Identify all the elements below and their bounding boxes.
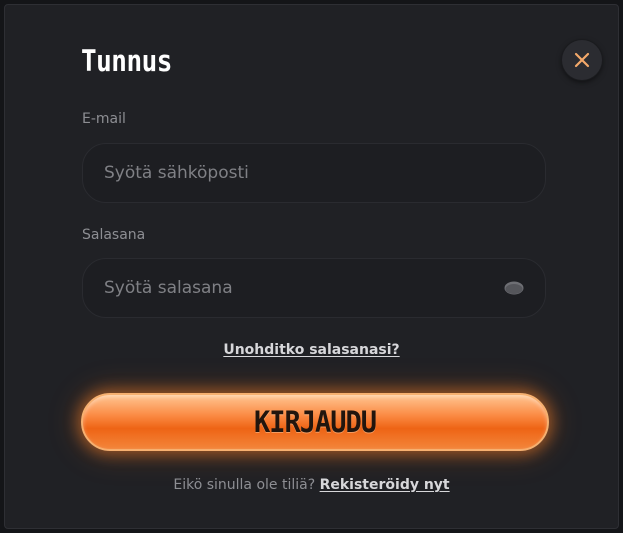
eye-icon bbox=[504, 280, 524, 299]
email-label: E-mail bbox=[82, 111, 126, 127]
login-button-label: KIRJAUDU bbox=[253, 404, 377, 440]
email-field-wrapper bbox=[82, 143, 546, 203]
modal-title: Tunnus bbox=[81, 45, 172, 79]
forgot-password-link[interactable]: Unohditko salasanasi? bbox=[5, 342, 618, 358]
password-label: Salasana bbox=[82, 227, 146, 243]
signup-row: Eikö sinulla ole tiliä? Rekisteröidy nyt bbox=[5, 477, 618, 493]
close-icon bbox=[573, 51, 591, 69]
signup-prompt: Eikö sinulla ole tiliä? bbox=[173, 477, 320, 493]
signup-link[interactable]: Rekisteröidy nyt bbox=[320, 477, 450, 493]
login-modal: Tunnus E-mail Salasana Unohditko salasan… bbox=[4, 4, 619, 529]
login-button[interactable]: KIRJAUDU bbox=[81, 393, 549, 451]
password-field-wrapper bbox=[82, 258, 546, 318]
password-field[interactable] bbox=[83, 259, 545, 317]
password-visibility-toggle[interactable] bbox=[503, 278, 525, 300]
email-field[interactable] bbox=[83, 144, 545, 202]
close-button[interactable] bbox=[562, 40, 602, 80]
